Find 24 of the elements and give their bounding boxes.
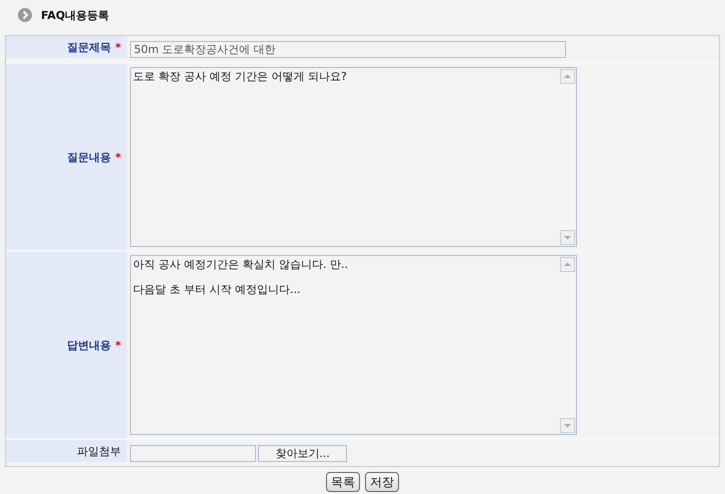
- input-field[interactable]: 50m 도로확장공사건에 대한: [130, 40, 566, 58]
- scroll-down-icon[interactable]: [560, 230, 575, 245]
- text-area[interactable]: 아직 공사 예정기간은 확실치 않습니다. 만.. 다음달 초 부터 시작 예정입니다...: [130, 255, 577, 435]
- text-area[interactable]: 도로 확장 공사 예정 기간은 어떻게 되나요?: [130, 67, 577, 247]
- field-label: 답변내용: [67, 338, 112, 352]
- required-mark: *: [115, 150, 121, 164]
- required-mark: *: [115, 40, 121, 54]
- scroll-down-icon[interactable]: [560, 418, 575, 433]
- action-button[interactable]: 저장: [365, 472, 399, 492]
- text-area-content: 아직 공사 예정기간은 확실치 않습니다. 만.. 다음달 초 부터 시작 예정입니다...: [132, 257, 349, 296]
- file-path-field[interactable]: [130, 444, 256, 462]
- field-label: 질문제목: [67, 40, 112, 54]
- scrollbar[interactable]: [560, 257, 575, 433]
- text-area-content: 도로 확장 공사 예정 기간은 어떻게 되나요?: [132, 69, 348, 84]
- scrollbar[interactable]: [560, 69, 575, 245]
- field-label: 질문내용: [67, 150, 112, 164]
- scroll-up-icon[interactable]: [560, 69, 575, 84]
- page-title: FAQ내용등록: [41, 8, 110, 22]
- required-mark: *: [115, 338, 121, 352]
- scroll-up-icon[interactable]: [560, 257, 575, 272]
- field-label: 파일첨부: [77, 444, 121, 458]
- arrow-circle-icon: [17, 7, 33, 23]
- action-button[interactable]: 목록: [326, 472, 360, 492]
- browse-button[interactable]: 찾아보기...: [258, 444, 347, 462]
